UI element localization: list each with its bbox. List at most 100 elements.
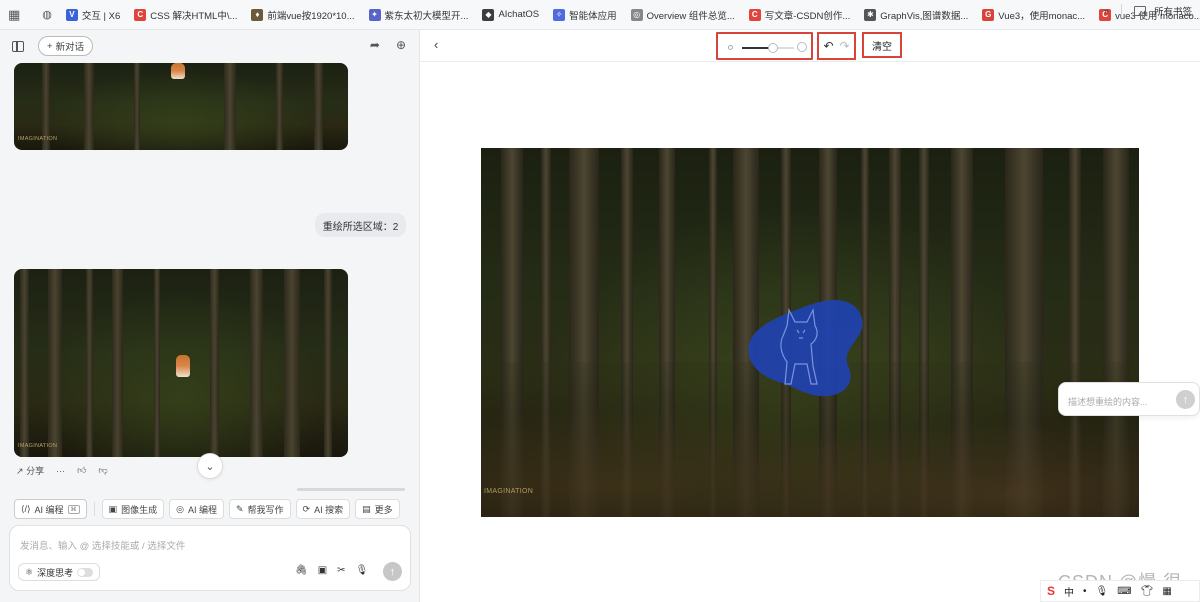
tool-button[interactable]: ⟳ AI 搜索 [295,499,351,519]
bookmark-favicon-icon: ✧ [553,8,566,21]
sidebar-toggle-icon[interactable] [12,40,24,52]
thumbs-up-icon[interactable]: 👍︎ [77,465,86,476]
clear-button[interactable]: 清空 [862,32,902,58]
bookmark-label: 前端vue按1920*10... [267,10,355,22]
tool-label: 更多 [374,504,393,515]
bookmark-label: 紫东太初大模型开... [384,10,469,22]
bookmark-label: Overview 组件总览... [646,10,735,22]
folder-icon [1133,6,1146,16]
bookmark-favicon-icon: ✱ [864,8,877,21]
toggle-switch[interactable] [77,567,94,577]
tool-label: 帮我写作 [247,504,284,515]
editor-toolbar: ‹ ↶ ↷ 清空 [420,30,1200,62]
tool-button[interactable]: ▣ 图像生成 [101,499,165,519]
message-actions: ↗ 分享 ··· 👍︎ 👎︎ [16,464,108,477]
bookmark-item[interactable]: ♦ 前端vue按1920*10... [245,4,360,26]
image-editor: ‹ ↶ ↷ 清空 IMAGINATION 描述想重绘的内容... ↑ [420,30,1200,602]
tool-button[interactable]: ⟨/⟩ AI 编程 ⌘ [14,499,87,519]
bookmark-label: AIchatOS [498,9,540,20]
share-action[interactable]: ↗ 分享 [16,464,44,477]
more-bookmarks-button[interactable]: » [1104,6,1109,17]
slider-thumb[interactable] [768,43,779,53]
repaint-prompt-input[interactable]: 描述想重绘的内容... [1068,395,1148,408]
globe-icon: ◍ [42,9,52,21]
dog-figure [171,63,185,79]
tool-label: AI 编程 [34,504,64,515]
bookmark-label: 智能体应用 [569,10,617,22]
more-action[interactable]: ··· [56,466,65,476]
bookmark-item[interactable]: ✧ 智能体应用 [547,4,623,26]
image-watermark: IMAGINATION [18,136,58,142]
bookmarks-bar: ▦ ◍ V 交互 | X6 C CSS 解决HTML中\... ♦ 前端vue按1920*… [0,0,1200,30]
ime-language[interactable]: 中 [1064,584,1074,599]
chat-panel: + 新对话 ➦ ⊕ IMAGINATION ↪ 重绘所选区域：2 [0,30,420,602]
brush-size-slider[interactable] [742,43,794,53]
bookmark-favicon-icon: G [982,8,995,21]
bookmark-item[interactable]: ◎ Overview 组件总览... [625,4,741,26]
dog-outline [780,307,818,385]
bookmark-globe[interactable]: ◍ [36,4,58,26]
thumbs-down-icon[interactable]: 👎︎ [98,465,107,476]
ime-toolbar: S 中 • 🎙︎ ⌨ 👕︎ ▦ [1040,580,1200,602]
redo-icon[interactable]: ↷ [840,39,850,53]
microphone-icon[interactable]: 🎙︎ [1096,586,1109,597]
bookmark-item[interactable]: ✦ 紫东太初大模型开... [363,4,475,26]
generated-image-2[interactable]: IMAGINATION [14,269,348,457]
share-icon[interactable]: ➦ [370,38,380,52]
share-icon: ↗ [16,466,24,476]
bookmark-item[interactable]: C 写文章-CSDN创作... [743,4,857,26]
generated-image-1[interactable]: IMAGINATION [14,63,348,150]
bookmark-label: 交互 | X6 [81,10,121,22]
brush-size-control [716,32,813,60]
message-composer[interactable]: 发消息、输入 @ 选择技能或 / 选择文件 ⚛ 深度思考 🖇︎ ▣ ✂ 🎙︎ ↑ [9,525,411,591]
undo-redo-group: ↶ ↷ [817,32,856,60]
share-label: 分享 [26,466,45,476]
image-icon[interactable]: ▣ [318,565,327,576]
export-icon[interactable]: ⊕ [396,38,406,52]
tool-button[interactable]: ▤ 更多 [355,499,400,519]
deep-think-label: 深度思考 [37,567,74,578]
bookmark-label: CSS 解决HTML中\... [150,10,238,22]
repaint-send-button[interactable]: ↑ [1176,390,1195,409]
deep-think-toggle[interactable]: ⚛ 深度思考 [18,563,101,581]
sogou-icon[interactable]: S [1047,584,1055,598]
bookmark-item[interactable]: ◆ AIchatOS [476,4,545,26]
tool-button[interactable]: ✎ 帮我写作 [228,499,291,519]
microphone-icon[interactable]: 🎙︎ [356,565,369,576]
new-chat-button[interactable]: + 新对话 [38,36,94,56]
apps-grid-icon[interactable]: ▦ [8,4,20,26]
edit-canvas[interactable]: IMAGINATION [481,148,1139,517]
grid-icon[interactable]: ▦ [1162,586,1171,597]
attachment-icon[interactable]: 🖇︎ [295,565,308,576]
tool-label: 图像生成 [121,504,158,515]
bookmark-item[interactable]: G Vue3，使用monac... [976,4,1091,26]
bookmark-favicon-icon: ✦ [368,8,381,21]
brush-large-icon [797,42,807,52]
image-watermark: IMAGINATION [18,443,58,449]
bookmark-favicon-icon: ♦ [251,8,264,21]
all-bookmarks-link[interactable]: 所有书签 [1154,4,1192,18]
repaint-prompt-box[interactable]: 描述想重绘的内容... ↑ [1058,382,1200,416]
bookmark-favicon-icon: ◆ [482,8,495,21]
message-input[interactable]: 发消息、输入 @ 选择技能或 / 选择文件 [20,538,185,552]
back-chevron-icon[interactable]: ‹ [434,37,438,52]
bookmark-label: 写文章-CSDN创作... [764,10,851,22]
undo-icon[interactable]: ↶ [823,39,833,53]
shirt-icon[interactable]: 👕︎ [1141,586,1154,597]
bookmark-item[interactable]: C CSS 解决HTML中\... [128,4,243,26]
scroll-down-button[interactable]: ⌄ [197,453,223,479]
bookmark-item[interactable]: ✱ GraphVis,图谱数据... [858,4,974,26]
image-icon: ▣ [108,503,118,514]
arrow-up-icon: ↑ [1182,393,1189,406]
bookmark-item[interactable]: V 交互 | X6 [60,4,126,26]
send-button[interactable]: ↑ [383,562,402,581]
tool-bar: ⟨/⟩ AI 编程 ⌘ ▣ 图像生成 ◎ AI 编程 ✎ 帮我写作 ⟳ AI 搜索 ▤ 更多 [14,499,400,519]
brush-small-icon [728,45,733,50]
scrollbar[interactable] [297,488,405,491]
scissors-icon[interactable]: ✂ [337,565,345,576]
bookmark-favicon-icon: C [748,8,761,21]
dot-icon[interactable]: • [1083,586,1087,597]
tool-button[interactable]: ◎ AI 编程 [169,499,224,519]
keyboard-icon[interactable]: ⌨ [1117,586,1131,597]
bookmark-label: GraphVis,图谱数据... [880,10,969,22]
